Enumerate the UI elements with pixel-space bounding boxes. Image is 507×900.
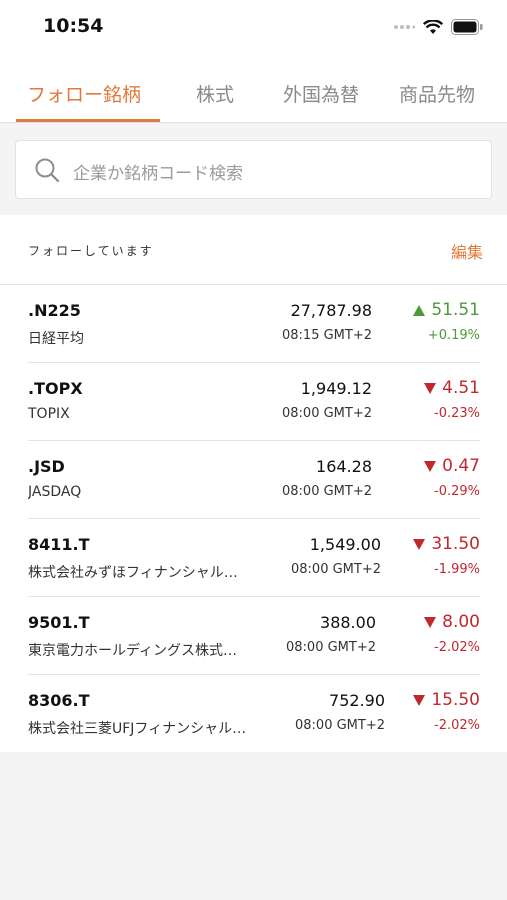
company-name: 東京電力ホールディングス株式… [28,643,238,659]
change: 15.50 [413,690,480,710]
tab-forex[interactable]: 外国為替 [283,80,359,107]
watchlist-row[interactable]: 8306.T 株式会社三菱UFJフィナンシャル… 752.90 08:00 GMT+2… [28,675,480,753]
watchlist: フォローしています 編集 .N225 日経平均 27,787.98 08:15 GMT… [0,215,507,752]
price: 752.90 [329,691,385,710]
quote-time: 08:00 GMT+2 [295,718,385,733]
change-percent: +0.19% [427,328,480,343]
company-name: 株式会社みずほフィナンシャル… [28,565,238,581]
tab-bar: フォロー銘柄 株式 外国為替 商品先物 [0,55,507,123]
price: 164.28 [316,457,372,476]
change-value: 31.50 [431,534,480,554]
change: 0.47 [424,456,480,476]
price: 1,549.00 [309,535,381,554]
active-tab-indicator [16,119,160,122]
change-value: 15.50 [431,690,480,710]
search-icon [35,158,60,183]
symbol: .TOPX [28,379,83,398]
watchlist-header: フォローしています 編集 [0,215,507,285]
company-name: JASDAQ [28,484,82,500]
search-input[interactable]: 企業か銘柄コード検索 [15,140,492,199]
change-value: 8.00 [442,612,480,632]
price: 27,787.98 [290,301,372,320]
watchlist-row[interactable]: 8411.T 株式会社みずほフィナンシャル… 1,549.00 08:00 GMT+2… [28,519,480,597]
change: 4.51 [424,378,480,398]
quote-time: 08:00 GMT+2 [286,640,376,655]
change-value: 0.47 [442,456,480,476]
quote-time: 08:00 GMT+2 [282,484,372,499]
watchlist-row[interactable]: .TOPX TOPIX 1,949.12 08:00 GMT+2 4.51 -0.23% [28,363,480,441]
search-placeholder: 企業か銘柄コード検索 [73,164,243,184]
following-label: フォローしています [28,244,154,258]
triangle-down-icon [424,616,437,628]
triangle-down-icon [413,538,426,550]
company-name: 株式会社三菱UFJフィナンシャル… [28,721,247,737]
symbol: 8411.T [28,535,90,554]
status-icons [393,19,483,35]
price: 388.00 [320,613,376,632]
status-bar: 10:54 [0,0,507,55]
change-percent: -1.99% [434,562,480,577]
status-time: 10:54 [43,15,104,37]
quote-time: 08:00 GMT+2 [291,562,381,577]
triangle-down-icon [424,460,437,472]
symbol: .N225 [28,301,81,320]
symbol: 8306.T [28,691,90,710]
symbol: 9501.T [28,613,90,632]
tab-following[interactable]: フォロー銘柄 [27,80,141,107]
change-value: 4.51 [442,378,480,398]
company-name: 日経平均 [28,331,84,347]
tab-stocks[interactable]: 株式 [196,80,234,107]
company-name: TOPIX [28,406,70,422]
watchlist-row[interactable]: .N225 日経平均 27,787.98 08:15 GMT+2 51.51 +0.19% [28,285,480,363]
triangle-down-icon [413,694,426,706]
battery-icon [451,19,483,35]
change-percent: -2.02% [434,640,480,655]
quote-time: 08:15 GMT+2 [282,328,372,343]
change-percent: -0.23% [434,406,480,421]
change-percent: -0.29% [434,484,480,499]
triangle-up-icon [413,304,426,316]
watchlist-row[interactable]: 9501.T 東京電力ホールディングス株式… 388.00 08:00 GMT+2 8.… [28,597,480,675]
quote-time: 08:00 GMT+2 [282,406,372,421]
triangle-down-icon [424,382,437,394]
watchlist-row[interactable]: .JSD JASDAQ 164.28 08:00 GMT+2 0.47 -0.29% [28,441,480,519]
wifi-icon [423,19,443,34]
change: 31.50 [413,534,480,554]
symbol: .JSD [28,457,65,476]
cellular-signal-icon [394,25,415,29]
tab-commodities[interactable]: 商品先物 [399,80,475,107]
change: 51.51 [413,300,480,320]
price: 1,949.12 [300,379,372,398]
change-value: 51.51 [431,300,480,320]
edit-button[interactable]: 編集 [451,239,483,263]
search-area: 企業か銘柄コード検索 [0,124,507,215]
change-percent: -2.02% [434,718,480,733]
change: 8.00 [424,612,480,632]
